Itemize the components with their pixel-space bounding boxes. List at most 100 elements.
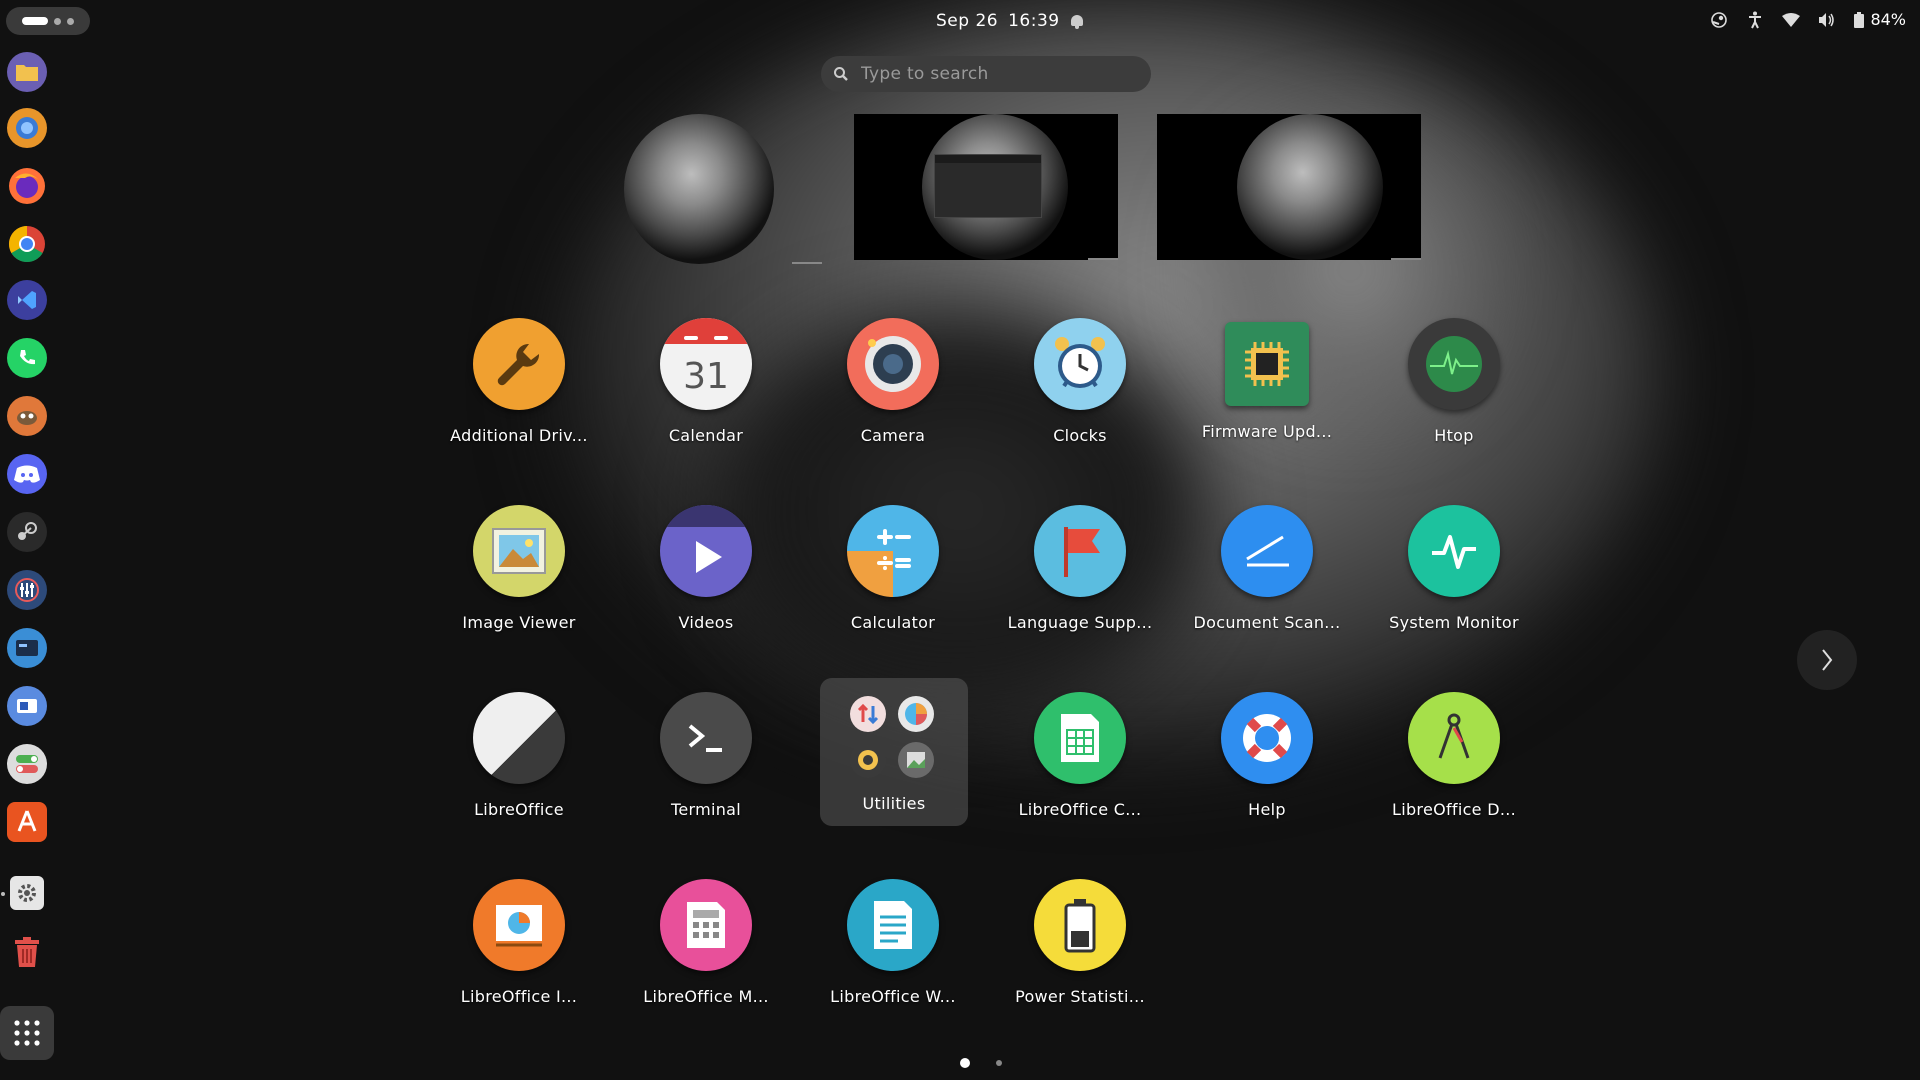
transfer-icon [850, 696, 886, 732]
top-bar: Sep 26 16:39 84% [0, 0, 1920, 42]
battery-app-icon [1034, 879, 1126, 971]
app-clocks[interactable]: Clocks [1005, 300, 1155, 450]
app-htop[interactable]: Htop [1379, 300, 1529, 450]
app-label: Terminal [670, 800, 742, 819]
show-apps-button[interactable] [0, 1006, 54, 1060]
app-calculator[interactable]: Calculator [818, 487, 968, 637]
whatsapp-icon[interactable] [7, 338, 47, 378]
app-help[interactable]: Help [1192, 674, 1342, 824]
flag-icon [1034, 505, 1126, 597]
app-label: LibreOffice D... [1392, 800, 1516, 819]
battery-percent: 84% [1870, 10, 1906, 29]
workspace-indicator-active [22, 17, 48, 25]
app-label: Calculator [850, 613, 936, 632]
steam-tray-icon[interactable] [1710, 11, 1728, 29]
show-apps-icon [14, 1020, 40, 1046]
tweaks-icon[interactable] [7, 744, 47, 784]
files-icon[interactable] [7, 52, 47, 92]
compass-icon [1408, 692, 1500, 784]
app-firmware-updater[interactable]: Firmware Upd... [1192, 300, 1342, 450]
calendar-icon: 31 [660, 318, 752, 410]
chrome-icon[interactable] [7, 224, 47, 264]
running-indicator [1, 892, 5, 896]
battery-indicator[interactable]: 84% [1854, 10, 1906, 29]
search-input[interactable] [859, 63, 1151, 85]
app-camera[interactable]: Camera [818, 300, 968, 450]
search-icon [833, 66, 849, 82]
activities-button[interactable] [6, 7, 90, 35]
window-thumbnail[interactable] [934, 154, 1042, 218]
web-browser-icon[interactable] [7, 108, 47, 148]
wifi-icon[interactable] [1782, 11, 1801, 29]
math-icon [660, 879, 752, 971]
app-libreoffice-math[interactable]: LibreOffice M... [631, 861, 781, 1011]
window-app-icon[interactable] [7, 628, 47, 668]
app-label: Additional Driv... [450, 426, 588, 445]
calendar-day: 31 [683, 355, 729, 397]
dock [0, 48, 56, 1080]
firefox-icon[interactable] [7, 166, 47, 206]
system-tray[interactable]: 84% [1710, 10, 1906, 29]
app-label: LibreOffice W... [830, 987, 956, 1006]
app-videos[interactable]: Videos [631, 487, 781, 637]
app-libreoffice[interactable]: LibreOffice [444, 674, 594, 824]
page-dot-active[interactable] [960, 1058, 970, 1068]
time-label: 16:39 [1008, 11, 1060, 31]
app-label: Clocks [1053, 426, 1107, 445]
mixer-icon[interactable] [7, 570, 47, 610]
app-libreoffice-writer[interactable]: LibreOffice W... [818, 861, 968, 1011]
app-power-statistics[interactable]: Power Statisti... [1005, 861, 1155, 1011]
date-label: Sep 26 [936, 11, 999, 31]
steam-icon[interactable] [7, 512, 47, 552]
accessibility-icon[interactable] [1746, 11, 1764, 29]
volume-icon[interactable] [1818, 11, 1836, 29]
app-store-icon[interactable] [7, 802, 47, 842]
workspace-thumbnail-3[interactable] [1157, 114, 1421, 260]
settings-icon[interactable] [10, 876, 44, 910]
app-language-support[interactable]: Language Supp... [1005, 487, 1155, 637]
app-image-viewer[interactable]: Image Viewer [444, 487, 594, 637]
discord-icon[interactable] [7, 454, 47, 494]
app-label: Utilities [862, 794, 926, 813]
app-additional-drivers[interactable]: Additional Driv... [444, 300, 594, 450]
scanner-icon [1221, 505, 1313, 597]
libreoffice-icon [473, 692, 565, 784]
battery-icon [1854, 11, 1865, 28]
clock-icon [1034, 318, 1126, 410]
app-folder-utilities[interactable]: Utilities [820, 678, 968, 826]
htop-icon [1408, 318, 1500, 410]
terminal-icon [660, 692, 752, 784]
notification-bell-icon [1070, 14, 1084, 29]
app-terminal[interactable]: Terminal [631, 674, 781, 824]
image-icon [898, 742, 934, 778]
next-page-button[interactable] [1797, 630, 1857, 690]
app-label: LibreOffice C... [1018, 800, 1142, 819]
vscode-icon[interactable] [7, 280, 47, 320]
app-libreoffice-calc[interactable]: LibreOffice C... [1005, 674, 1155, 824]
spreadsheet-icon [1034, 692, 1126, 784]
app-label: Htop [1434, 426, 1474, 445]
camera-icon [847, 318, 939, 410]
disk-usage-icon [898, 696, 934, 732]
clock[interactable]: Sep 26 16:39 [936, 11, 1084, 31]
workspace-thumbnail-1[interactable] [624, 114, 822, 264]
app-label: Power Statisti... [1015, 987, 1145, 1006]
app-label: LibreOffice [474, 800, 564, 819]
workspace-thumbnail-2[interactable] [854, 114, 1118, 260]
remote-app-icon[interactable] [7, 686, 47, 726]
app-document-scanner[interactable]: Document Scan... [1192, 487, 1342, 637]
system-monitor-icon [1408, 505, 1500, 597]
image-viewer-icon [473, 505, 565, 597]
trash-icon[interactable] [7, 932, 47, 972]
app-label: Image Viewer [462, 613, 576, 632]
gimp-icon[interactable] [7, 396, 47, 436]
search-bar[interactable] [821, 56, 1151, 92]
app-libreoffice-draw[interactable]: LibreOffice D... [1379, 674, 1529, 824]
app-calendar[interactable]: 31 Calendar [631, 300, 781, 450]
page-dot[interactable] [996, 1060, 1002, 1066]
app-system-monitor[interactable]: System Monitor [1379, 487, 1529, 637]
app-libreoffice-impress[interactable]: LibreOffice I... [444, 861, 594, 1011]
videos-icon [660, 505, 752, 597]
workspace-indicator [67, 17, 74, 25]
app-label: Document Scan... [1193, 613, 1341, 632]
